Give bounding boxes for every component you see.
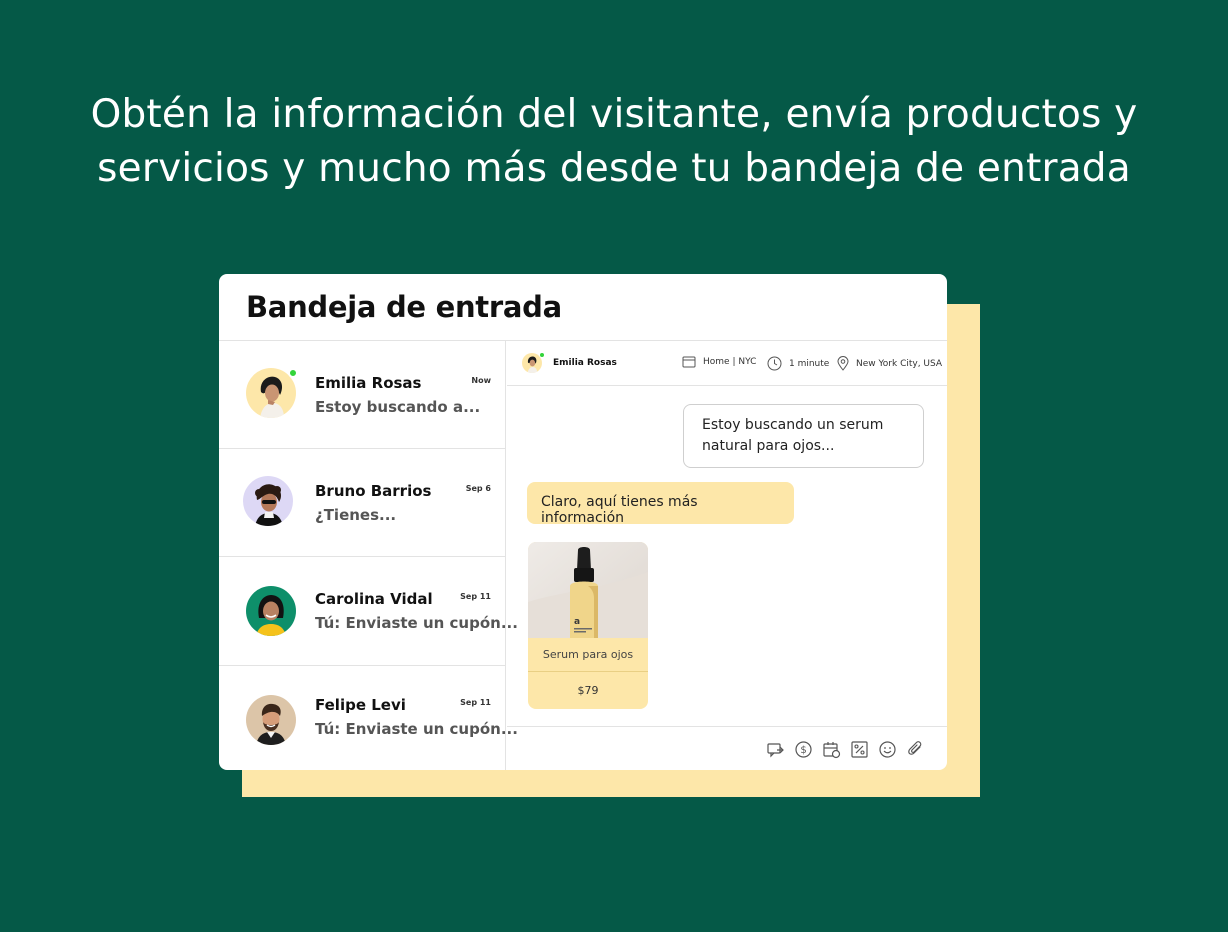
conversation-list: Emilia Rosas Estoy buscando a... Now Bru… <box>219 341 518 770</box>
message-preview: Estoy buscando a... <box>315 398 481 416</box>
attachment-icon[interactable] <box>906 740 925 759</box>
timestamp: Sep 11 <box>460 592 491 601</box>
clock-icon <box>767 356 782 371</box>
visitor-page-text: Home | NYC <box>703 357 757 367</box>
contact-name: Bruno Barrios <box>315 482 432 500</box>
conversation-item-carolina[interactable]: Carolina Vidal Tú: Enviaste un cupón... … <box>219 557 518 666</box>
coupon-icon[interactable] <box>850 740 869 759</box>
composer-bar: $ <box>507 726 947 770</box>
chat-pane: Emilia Rosas Home | NYC 1 minute New Yor… <box>507 341 947 770</box>
payment-icon[interactable]: $ <box>794 740 813 759</box>
headline-line-1: Obtén la información del visitante, enví… <box>90 92 1138 137</box>
inbox-panel: Bandeja de entrada Emilia Rosas Estoy bu… <box>219 274 947 770</box>
avatar <box>246 695 296 745</box>
conversation-item-emilia[interactable]: Emilia Rosas Estoy buscando a... Now <box>219 341 506 449</box>
emoji-icon[interactable] <box>878 740 897 759</box>
headline-line-2: servicios y mucho más desde tu bandeja d… <box>97 146 1131 191</box>
contact-name: Emilia Rosas <box>315 374 422 392</box>
contact-name: Felipe Levi <box>315 696 406 714</box>
composer-toolbar: $ <box>766 740 925 759</box>
conversation-item-felipe[interactable]: Felipe Levi Tú: Enviaste un cupón... Sep… <box>219 666 518 770</box>
visit-duration-text: 1 minute <box>789 358 830 369</box>
product-card[interactable]: a Serum para ojos $79 <box>528 542 648 709</box>
booking-icon[interactable] <box>822 740 841 759</box>
message-preview: Tú: Enviaste un cupón... <box>315 614 518 632</box>
contact-name: Carolina Vidal <box>315 590 433 608</box>
reply-icon[interactable] <box>766 740 785 759</box>
product-name: Serum para ojos <box>528 638 648 672</box>
avatar <box>243 476 293 526</box>
timestamp: Now <box>471 376 491 385</box>
product-price: $79 <box>577 684 599 697</box>
visitor-location-text: New York City, USA <box>856 358 943 369</box>
chat-header: Emilia Rosas Home | NYC 1 minute New Yor… <box>507 341 947 386</box>
inbox-title: Bandeja de entrada <box>246 290 562 324</box>
visitor-location: New York City, USA <box>837 356 942 371</box>
visitor-message: Estoy buscando un serum natural para ojo… <box>683 404 924 468</box>
online-indicator <box>288 368 298 378</box>
product-image: a <box>528 542 648 638</box>
product-brand-mark: a <box>574 617 580 627</box>
visitor-page: Home | NYC <box>682 356 756 368</box>
avatar <box>246 586 296 636</box>
message-preview: ¿Tienes... <box>315 506 397 524</box>
online-indicator <box>539 352 545 358</box>
svg-text:$: $ <box>800 745 806 756</box>
visit-duration: 1 minute <box>767 356 829 371</box>
message-preview: Tú: Enviaste un cupón... <box>315 720 518 738</box>
headline: Obtén la información del visitante, enví… <box>0 88 1228 196</box>
chat-contact-name: Emilia Rosas <box>553 358 617 368</box>
browser-icon <box>682 356 696 368</box>
agent-message: Claro, aquí tienes más información <box>527 482 794 526</box>
conversation-item-bruno[interactable]: Bruno Barrios ¿Tienes... Sep 6 <box>219 449 506 557</box>
location-pin-icon <box>837 356 849 371</box>
timestamp: Sep 6 <box>465 484 491 493</box>
timestamp: Sep 11 <box>460 698 491 707</box>
